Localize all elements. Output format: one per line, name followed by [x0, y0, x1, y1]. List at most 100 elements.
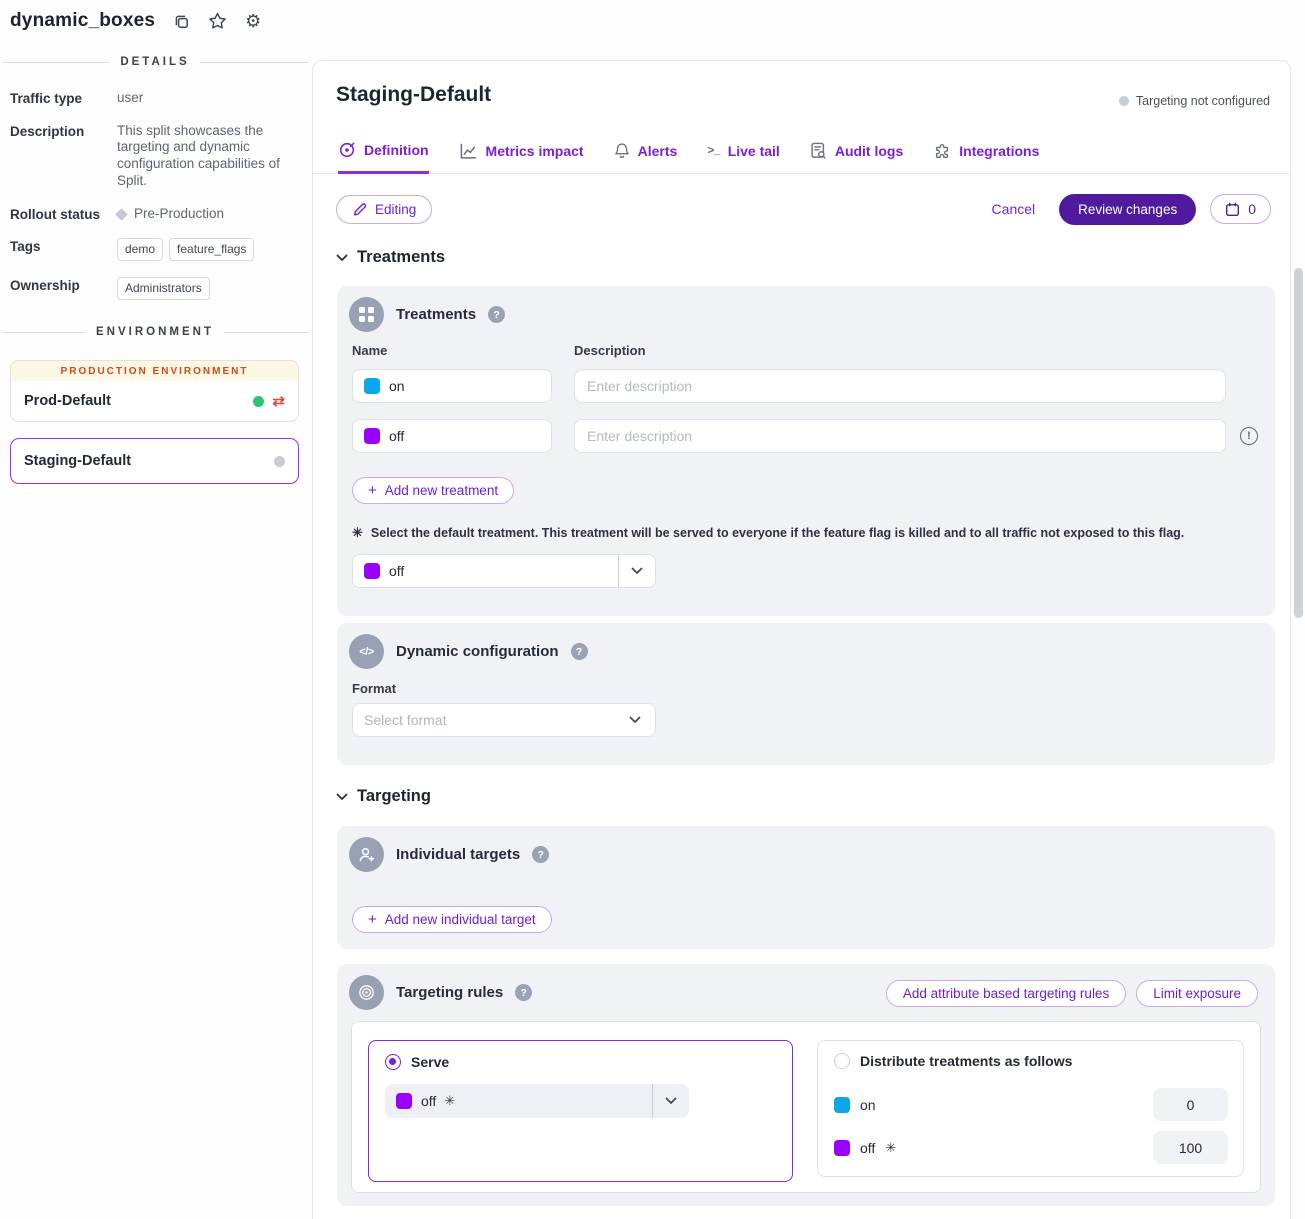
ownership-row: Ownership Administrators: [0, 277, 310, 300]
tab-audit-logs[interactable]: Audit logs: [810, 140, 903, 173]
name-column-header: Name: [352, 343, 387, 358]
status-text: Targeting not configured: [1136, 94, 1270, 108]
treatments-section-toggle[interactable]: Treatments: [336, 248, 445, 267]
distribute-label: Distribute treatments as follows: [860, 1053, 1072, 1069]
editing-button[interactable]: Editing: [336, 195, 432, 224]
format-select-placeholder: Select format: [364, 712, 446, 728]
targeting-rules-title: Targeting rules: [396, 984, 503, 1001]
rule-container: Serve off ✳ Distribute treatments as fol…: [351, 1021, 1261, 1193]
serve-treatment-select[interactable]: off ✳: [385, 1084, 689, 1118]
app-header: dynamic_boxes ⚙: [0, 0, 261, 42]
production-banner: PRODUCTION ENVIRONMENT: [11, 361, 298, 381]
default-marker-icon: ✳: [885, 1140, 896, 1156]
code-icon: </>: [349, 634, 384, 669]
dynamic-configuration-card: </> Dynamic configuration ? Format Selec…: [337, 623, 1275, 765]
distribute-option-panel: Distribute treatments as follows on off …: [817, 1040, 1244, 1177]
environment-card-staging[interactable]: Staging-Default: [10, 438, 299, 484]
star-icon[interactable]: [208, 12, 227, 30]
treatment-name-field[interactable]: [352, 369, 552, 403]
tab-bar: Definition Metrics impact Alerts >_ Live…: [313, 140, 1290, 174]
pencil-icon: [352, 202, 367, 217]
traffic-type-value: user: [117, 90, 297, 107]
review-changes-button[interactable]: Review changes: [1059, 194, 1196, 225]
help-icon[interactable]: ?: [571, 643, 588, 660]
treatment-color-swatch: [364, 563, 380, 579]
ownership-label: Ownership: [10, 277, 117, 300]
flag-title: dynamic_boxes: [10, 10, 155, 32]
ownership-chip[interactable]: Administrators: [117, 277, 210, 300]
cancel-button[interactable]: Cancel: [992, 201, 1036, 217]
rollout-status-label: Rollout status: [10, 206, 117, 223]
help-icon[interactable]: ?: [488, 306, 505, 323]
description-value: This split showcases the targeting and d…: [117, 123, 297, 190]
tab-definition[interactable]: Definition: [338, 140, 429, 174]
tab-integrations[interactable]: Integrations: [933, 140, 1039, 173]
page-title: Staging-Default: [336, 83, 491, 107]
treatment-color-swatch: [834, 1097, 850, 1113]
treatments-card: Treatments ? Name Description ! + Add ne…: [337, 286, 1275, 616]
bell-icon: [614, 142, 630, 160]
treatment-description-input[interactable]: [574, 369, 1226, 403]
distribution-treatment-name: off: [860, 1140, 875, 1156]
plus-icon: +: [368, 912, 377, 927]
description-column-header: Description: [574, 343, 646, 358]
tag-chip[interactable]: demo: [117, 238, 163, 261]
add-attribute-rules-button[interactable]: Add attribute based targeting rules: [886, 980, 1126, 1007]
puzzle-icon: [933, 142, 951, 160]
tags-label: Tags: [10, 238, 117, 261]
distribution-row: off ✳: [834, 1131, 1228, 1164]
targeting-rules-card: Targeting rules ? Add attribute based ta…: [337, 964, 1275, 1206]
serve-radio[interactable]: [385, 1054, 401, 1070]
sync-arrows-icon[interactable]: ⇄: [272, 394, 285, 409]
treatment-description-input[interactable]: [574, 419, 1226, 453]
treatment-name-input[interactable]: [389, 378, 540, 394]
environment-definition-panel: Staging-Default Targeting not configured…: [312, 60, 1291, 1219]
individual-targets-card: Individual targets ? + Add new individua…: [337, 826, 1275, 949]
traffic-type-row: Traffic type user: [0, 90, 310, 107]
chevron-down-icon: [619, 567, 655, 575]
environment-card-prod[interactable]: PRODUCTION ENVIRONMENT Prod-Default ⇄: [10, 360, 299, 422]
scheduled-changes-button[interactable]: 0: [1210, 194, 1271, 224]
tag-chip[interactable]: feature_flags: [169, 238, 254, 261]
distribution-treatment-name: on: [860, 1097, 876, 1113]
definition-target-icon: [338, 141, 356, 159]
tab-alerts[interactable]: Alerts: [614, 140, 678, 173]
targeting-section-toggle[interactable]: Targeting: [336, 787, 431, 806]
help-icon[interactable]: ?: [515, 984, 532, 1001]
format-label: Format: [352, 681, 396, 696]
default-marker-icon: ✳: [444, 1093, 455, 1109]
distribution-percentage-input[interactable]: [1153, 1131, 1228, 1164]
vertical-scrollbar[interactable]: [1294, 268, 1303, 618]
environment-name: Prod-Default: [24, 393, 111, 409]
treatment-color-swatch: [834, 1140, 850, 1156]
target-icon: [349, 975, 384, 1010]
serve-option-panel: Serve off ✳: [368, 1040, 793, 1182]
chevron-down-icon: [336, 793, 348, 801]
distribute-radio[interactable]: [834, 1053, 850, 1069]
chevron-down-icon: [653, 1097, 689, 1105]
add-new-individual-target-button[interactable]: + Add new individual target: [352, 906, 552, 933]
targeting-status: Targeting not configured: [1119, 94, 1270, 108]
copy-icon[interactable]: [173, 13, 190, 30]
format-select[interactable]: Select format: [352, 703, 656, 737]
distribution-percentage-input[interactable]: [1153, 1088, 1228, 1121]
environment-name: Staging-Default: [24, 453, 131, 469]
treatment-name-field[interactable]: [352, 419, 552, 453]
default-treatment-value: off: [389, 563, 404, 579]
description-label: Description: [10, 123, 117, 190]
calendar-icon: [1225, 202, 1240, 217]
limit-exposure-button[interactable]: Limit exposure: [1136, 980, 1258, 1007]
tab-live-tail[interactable]: >_ Live tail: [707, 140, 780, 173]
default-treatment-select[interactable]: off: [352, 554, 656, 588]
tab-metrics-impact[interactable]: Metrics impact: [459, 140, 584, 173]
add-new-treatment-button[interactable]: + Add new treatment: [352, 477, 514, 504]
info-circle-icon[interactable]: !: [1240, 427, 1258, 445]
plus-icon: +: [368, 483, 377, 498]
gear-icon[interactable]: ⚙: [245, 12, 261, 30]
help-icon[interactable]: ?: [532, 846, 549, 863]
default-treatment-note: ✳ Select the default treatment. This tre…: [352, 525, 1184, 541]
treatment-name-input[interactable]: [389, 428, 540, 444]
description-row: Description This split showcases the tar…: [0, 123, 310, 190]
treatments-card-title: Treatments: [396, 306, 476, 323]
treatment-color-swatch: [364, 378, 380, 394]
